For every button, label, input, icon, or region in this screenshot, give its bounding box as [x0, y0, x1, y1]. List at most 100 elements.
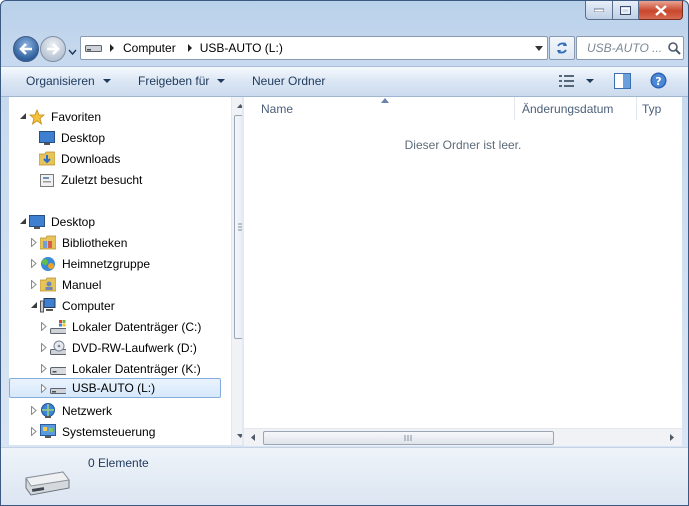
address-dropdown[interactable]	[531, 37, 547, 59]
tree-label: Downloads	[61, 151, 121, 166]
caret-down-icon	[102, 79, 111, 83]
navigation-scrollbar[interactable]	[231, 97, 242, 445]
address-bar[interactable]: Computer USB-AUTO (L:)	[80, 36, 548, 60]
maximize-button[interactable]	[613, 1, 639, 20]
organize-menu[interactable]: Organisieren	[26, 74, 111, 88]
new-folder-label: Neuer Ordner	[252, 74, 326, 88]
column-header-date[interactable]: Änderungsdatum	[522, 97, 613, 120]
user-folder-icon	[40, 277, 56, 293]
scroll-up-icon[interactable]	[232, 99, 242, 113]
usb-drive-icon	[50, 380, 66, 396]
tree-item-drive-l[interactable]: USB-AUTO (L:)	[9, 378, 221, 398]
preview-pane-button[interactable]	[614, 73, 631, 92]
libraries-icon	[40, 235, 56, 251]
control-panel-icon	[40, 424, 56, 440]
organize-label: Organisieren	[26, 74, 95, 88]
details-view-icon	[559, 75, 574, 87]
homegroup-icon	[40, 256, 56, 272]
tree-item-drive-d[interactable]: DVD-RW-Laufwerk (D:)	[38, 337, 197, 358]
arrow-right-icon	[47, 43, 60, 55]
caret-down-icon	[586, 79, 594, 83]
tree-label: Desktop	[61, 130, 106, 145]
computer-icon	[40, 297, 56, 314]
new-folder-button[interactable]: Neuer Ordner	[252, 74, 325, 88]
column-header-name[interactable]: Name	[261, 97, 293, 120]
share-menu[interactable]: Freigeben für	[138, 74, 226, 88]
refresh-button[interactable]	[549, 36, 575, 60]
scrollbar-thumb[interactable]	[234, 115, 242, 339]
collapse-arrow-icon[interactable]	[17, 216, 29, 228]
tree-label: Bibliotheken	[62, 235, 128, 250]
system-drive-icon	[50, 319, 66, 335]
scrollbar-thumb[interactable]	[263, 431, 554, 445]
chevron-down-icon	[68, 49, 77, 56]
local-drive-icon	[50, 361, 66, 377]
minimize-button[interactable]	[585, 1, 613, 20]
tree-label: Netzwerk	[62, 403, 113, 418]
scroll-right-icon[interactable]	[665, 429, 679, 446]
tree-item-homegroup[interactable]: Heimnetzgruppe	[28, 253, 150, 274]
tree-item-network[interactable]: Netzwerk	[28, 400, 112, 421]
forward-button[interactable]	[40, 36, 66, 62]
horizontal-scrollbar[interactable]	[244, 428, 682, 446]
column-type-label: Typ	[642, 101, 662, 116]
search-box[interactable]: USB-AUTO ...	[576, 36, 684, 60]
tree-item-user-folder[interactable]: Manuel	[28, 274, 101, 295]
breadcrumb-separator-icon[interactable]	[109, 44, 115, 52]
tree-item-control-panel[interactable]: Systemsteuerung	[28, 421, 155, 442]
dvd-drive-icon	[50, 340, 66, 356]
tree-label: Lokaler Datenträger (C:)	[72, 319, 202, 334]
scroll-down-icon[interactable]	[232, 429, 242, 443]
scroll-left-icon[interactable]	[246, 429, 260, 446]
expand-arrow-icon[interactable]	[38, 321, 50, 333]
search-icon[interactable]	[668, 41, 681, 55]
recent-places-icon	[39, 172, 55, 188]
expand-arrow-icon[interactable]	[28, 237, 40, 249]
column-separator[interactable]	[514, 97, 515, 120]
share-label: Freigeben für	[138, 74, 210, 88]
column-separator[interactable]	[636, 97, 637, 120]
desktop-icon	[39, 130, 55, 146]
expand-arrow-icon[interactable]	[28, 258, 40, 270]
tree-item-computer[interactable]: Computer	[28, 295, 115, 316]
expand-arrow-icon[interactable]	[28, 426, 40, 438]
item-count: 0 Elemente	[88, 456, 149, 470]
expand-arrow-icon[interactable]	[38, 382, 50, 394]
back-button[interactable]	[13, 36, 39, 62]
tree-item-drive-k[interactable]: Lokaler Datenträger (K:)	[38, 358, 201, 379]
breadcrumb-separator-icon[interactable]	[187, 44, 193, 52]
tree-item-recent-places[interactable]: Zuletzt besucht	[39, 169, 142, 190]
collapse-arrow-icon[interactable]	[17, 111, 29, 123]
close-button[interactable]	[639, 1, 683, 20]
column-header-type[interactable]: Typ	[642, 97, 661, 120]
tree-label: USB-AUTO (L:)	[72, 381, 156, 395]
breadcrumb-usb-auto[interactable]: USB-AUTO (L:)	[200, 41, 283, 55]
tree-label: DVD-RW-Laufwerk (D:)	[72, 340, 197, 355]
expand-arrow-icon[interactable]	[38, 342, 50, 354]
tree-item-libraries[interactable]: Bibliotheken	[28, 232, 127, 253]
search-placeholder[interactable]: USB-AUTO ...	[577, 41, 665, 55]
tree-item-favorites[interactable]: Favoriten	[17, 106, 101, 127]
sort-ascending-icon	[381, 98, 389, 103]
grip-icon	[238, 223, 242, 231]
desktop-icon	[29, 214, 45, 230]
minimize-icon	[594, 8, 604, 12]
empty-folder-message: Dieser Ordner ist leer.	[404, 138, 522, 152]
view-options-button[interactable]	[559, 75, 594, 87]
tree-label: Lokaler Datenträger (K:)	[72, 361, 201, 376]
tree-item-drive-c[interactable]: Lokaler Datenträger (C:)	[38, 316, 201, 337]
help-button[interactable]: ?	[650, 72, 667, 92]
tree-item-desktop[interactable]: Desktop	[17, 211, 95, 232]
expand-arrow-icon[interactable]	[28, 405, 40, 417]
tree-label: Zuletzt besucht	[61, 172, 143, 187]
tree-item-desktop-favorite[interactable]: Desktop	[39, 127, 105, 148]
tree-item-downloads[interactable]: Downloads	[39, 148, 120, 169]
tree-label: Systemsteuerung	[62, 424, 156, 439]
breadcrumb-computer[interactable]: Computer	[123, 41, 176, 55]
expand-arrow-icon[interactable]	[28, 279, 40, 291]
collapse-arrow-icon[interactable]	[28, 300, 40, 312]
grip-icon	[404, 435, 412, 441]
expand-arrow-icon[interactable]	[38, 363, 50, 375]
tree-label: Manuel	[62, 277, 102, 292]
history-dropdown[interactable]	[68, 45, 77, 56]
